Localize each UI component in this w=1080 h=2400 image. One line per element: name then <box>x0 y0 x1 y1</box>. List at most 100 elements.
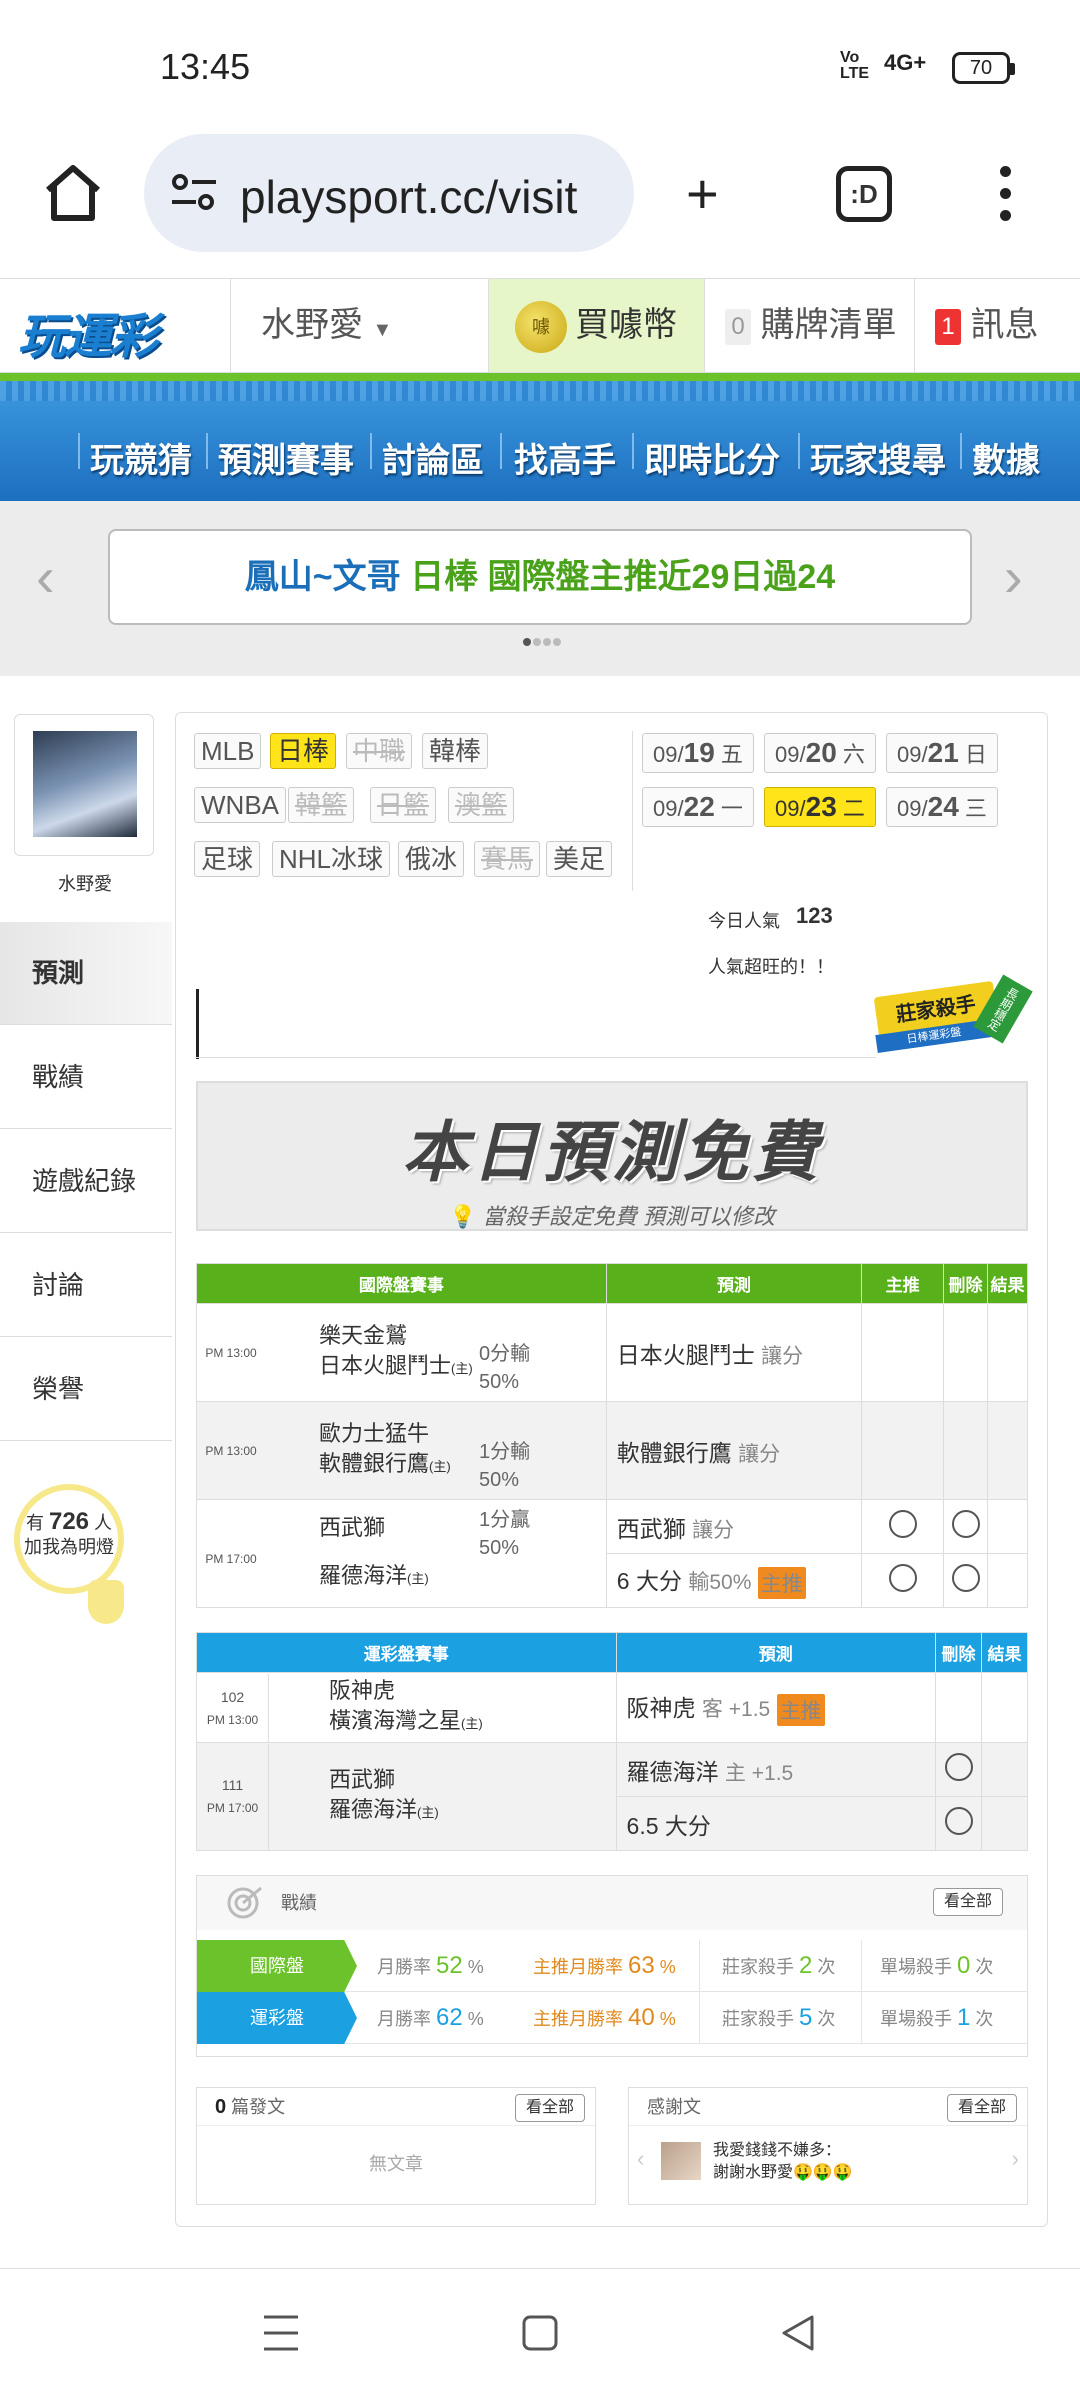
away-team: 西武獅 <box>329 1767 396 1792</box>
free-prediction-banner: 本日預測免費 💡 當殺手設定免費 預測可以修改 <box>196 1081 1028 1231</box>
nav-item[interactable]: 玩家搜尋 <box>810 433 946 482</box>
new-tab-icon[interactable]: + <box>686 166 719 222</box>
col-header: 刪除 <box>943 1263 989 1304</box>
main-pick-radio[interactable] <box>888 1563 917 1592</box>
delete-radio[interactable] <box>951 1563 980 1592</box>
main-pick-radio[interactable] <box>888 1509 917 1538</box>
nav-item[interactable]: 即時比分 <box>644 433 780 482</box>
sidebar-item-honor[interactable]: 榮譽 <box>0 1338 172 1441</box>
delete-radio[interactable] <box>944 1752 973 1781</box>
cart-button[interactable]: 0 購牌清單 <box>704 279 914 372</box>
line-pct: 50% <box>479 1536 520 1559</box>
league-tag: 日籃 <box>370 787 437 823</box>
league-tag[interactable]: MLB <box>194 733 262 769</box>
banner-author: 鳳山~文哥 <box>244 558 401 596</box>
pick-type: 客 +1.5 <box>701 1698 771 1722</box>
date-button[interactable]: 09/22 一 <box>642 787 754 827</box>
table-row: 102 PM 13:00 阪神虎 橫濱海灣之星(主) 阪神虎 客 +1.5 主推 <box>196 1672 1028 1743</box>
date-button-selected[interactable]: 09/23 二 <box>764 787 876 827</box>
banner-next-icon[interactable]: › <box>1004 549 1023 605</box>
nav-item[interactable]: 預測賽事 <box>218 433 354 482</box>
line-value: 0分輸 <box>479 1342 531 1365</box>
table-row: PM 13:00 歐力士猛牛 軟體銀行鷹(主) 1分輸 50% 軟體銀行鷹 讓分 <box>196 1401 1028 1500</box>
banner-link[interactable]: 鳳山~文哥 日棒 國際盤主推近29日過24 <box>108 529 972 625</box>
date-button[interactable]: 09/20 六 <box>764 733 876 773</box>
record-label: 運彩盤 <box>197 1992 357 2044</box>
banner-league: 日棒 <box>410 558 479 596</box>
record-panel: 戰績 看全部 國際盤 月勝率 52 % 主推月勝率 63 % 莊家殺手 2 次 … <box>196 1875 1028 2057</box>
caret-down-icon: ▼ <box>372 319 393 341</box>
league-tag[interactable]: 美足 <box>546 841 613 877</box>
nav-item[interactable]: 找高手 <box>514 433 616 482</box>
buy-coin-button[interactable]: 噱買噱幣 <box>488 279 704 372</box>
league-tag: 澳籃 <box>448 787 515 823</box>
pick: 日本火腿鬥士 <box>616 1341 755 1368</box>
tab-switcher-button[interactable]: :D <box>836 166 892 222</box>
sidebar-item-game-log[interactable]: 遊戲紀錄 <box>0 1130 172 1233</box>
sidebar-item-discuss[interactable]: 討論 <box>0 1234 172 1337</box>
no-posts-text: 無文章 <box>369 2154 423 2174</box>
view-all-posts-button[interactable]: 看全部 <box>514 2094 585 2122</box>
address-bar[interactable]: playsport.cc/visit <box>144 134 634 252</box>
posts-label: 篇發文 <box>231 2097 286 2117</box>
thanks-label: 感謝文 <box>647 2097 701 2117</box>
league-tag[interactable]: WNBA <box>194 787 286 823</box>
view-all-record-button[interactable]: 看全部 <box>932 1888 1003 1916</box>
back-icon[interactable] <box>778 2313 818 2353</box>
home-team: 日本火腿鬥士 <box>319 1353 452 1378</box>
avatar[interactable] <box>14 714 154 856</box>
league-tag-selected[interactable]: 日棒 <box>270 733 337 769</box>
buy-coin-label: 買噱幣 <box>575 306 677 344</box>
follower-count: 726 <box>48 1508 90 1535</box>
sidebar-item-record[interactable]: 戰績 <box>0 1026 172 1129</box>
home-nav-icon[interactable] <box>520 2313 560 2353</box>
date-button[interactable]: 09/19 五 <box>642 733 754 773</box>
lottery-table: 運彩盤賽事 預測 刪除 結果 102 PM 13:00 阪神虎 橫濱海灣之星(主) … <box>196 1632 1028 1851</box>
record-row: 運彩盤 月勝率 62 % 主推月勝率 40 % 莊家殺手 5 次 單場殺手 1 … <box>197 1992 1027 2044</box>
main-panel: MLB 日棒 中職 韓棒 WNBA 韓籃 日籃 澳籃 足球 NHL冰球 俄冰 賽… <box>175 712 1048 2227</box>
nav-item[interactable]: 討論區 <box>382 433 484 482</box>
line-value: 1分贏 <box>479 1508 531 1531</box>
sidebar-username: 水野愛 <box>58 874 112 894</box>
date-button[interactable]: 09/21 日 <box>886 733 998 773</box>
league-tag[interactable]: 俄冰 <box>398 841 465 877</box>
pick-type: 主 +1.5 <box>724 1761 794 1785</box>
intl-table: 國際盤賽事 預測 主推 刪除 結果 PM 13:00 樂天金鷲 日本火腿鬥士(主)… <box>196 1263 1028 1608</box>
menu-icon[interactable] <box>1000 166 1014 222</box>
table-row: 111 PM 17:00 西武獅 羅德海洋(主) 羅德海洋 主 +1.5 <box>196 1742 1028 1851</box>
pick: 羅德海洋 <box>626 1758 719 1785</box>
main-pick-badge: 主推 <box>757 1566 806 1599</box>
delete-radio[interactable] <box>951 1509 980 1538</box>
home-icon[interactable] <box>40 160 106 226</box>
record-label: 國際盤 <box>197 1940 357 1992</box>
line-value: 1分輸 <box>479 1440 531 1463</box>
clock: 13:45 <box>160 46 251 87</box>
user-name: 水野愛 <box>261 306 363 344</box>
messages-button[interactable]: 1 訊息 <box>914 279 1080 372</box>
nav-item[interactable]: 玩競猜 <box>90 433 192 482</box>
browser-toolbar: playsport.cc/visit + :D <box>0 130 1080 278</box>
nav-item[interactable]: 數據 <box>972 433 1040 482</box>
target-icon <box>227 1886 262 1919</box>
thanks-next-icon[interactable]: › <box>1012 2146 1019 2172</box>
view-all-thanks-button[interactable]: 看全部 <box>946 2094 1017 2122</box>
banner-prev-icon[interactable]: ‹ <box>36 549 55 605</box>
thanks-prev-icon[interactable]: ‹ <box>637 2146 644 2172</box>
league-tag[interactable]: 韓棒 <box>422 733 489 769</box>
recents-icon[interactable] <box>262 2313 300 2353</box>
league-tag[interactable]: NHL冰球 <box>272 841 391 877</box>
league-tag: 中職 <box>346 733 413 769</box>
follow-bulb[interactable]: 有 726 人 加我為明燈 <box>14 1484 124 1594</box>
site-logo[interactable]: 玩運彩 <box>18 297 158 367</box>
popularity-value: 123 <box>796 903 833 928</box>
table-row: PM 17:00 西武獅 羅德海洋(主) 1分贏 50% 西武獅 讓分 <box>196 1499 1028 1608</box>
league-tag[interactable]: 足球 <box>194 841 261 877</box>
delete-radio[interactable] <box>944 1806 973 1835</box>
thanks-message: 謝謝水野愛🤑🤑🤑 <box>713 2164 853 2181</box>
date-button[interactable]: 09/24 三 <box>886 787 998 827</box>
banner-pager <box>522 633 562 651</box>
sidebar-item-predict[interactable]: 預測 <box>0 922 172 1025</box>
user-menu[interactable]: 水野愛 ▼ <box>230 279 488 372</box>
site-settings-icon[interactable] <box>170 172 218 212</box>
messages-label: 訊息 <box>970 306 1039 344</box>
